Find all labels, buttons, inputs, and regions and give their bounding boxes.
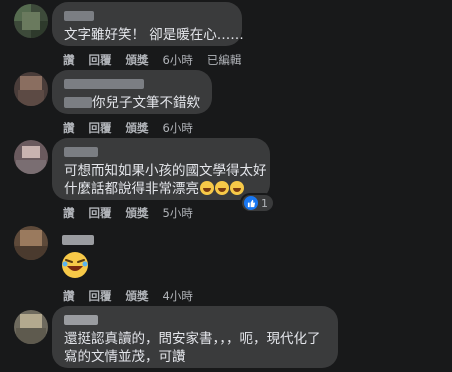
avatar[interactable] — [14, 226, 48, 260]
laughing-emoji-icon — [215, 181, 229, 195]
comment-actions: 讚 回覆 頒獎 6小時 已編輯 — [63, 52, 241, 68]
award-button[interactable]: 頒獎 — [126, 120, 149, 136]
comment-actions: 讚 回覆 頒獎 4小時 — [63, 288, 193, 304]
comment-text-line: 什麼話都說得非常漂亮 — [64, 181, 199, 197]
commenter-name-blurred[interactable] — [64, 145, 258, 158]
avatar[interactable] — [14, 310, 48, 344]
award-button[interactable]: 頒獎 — [126, 288, 149, 304]
avatar[interactable] — [14, 4, 48, 38]
reply-button[interactable]: 回覆 — [89, 288, 112, 304]
commenter-name-blurred[interactable] — [62, 230, 94, 249]
like-button[interactable]: 讚 — [63, 120, 75, 136]
commenter-name-blurred[interactable] — [64, 313, 326, 326]
timestamp[interactable]: 6小時 — [163, 52, 193, 68]
reaction-count-badge[interactable]: 1 — [242, 195, 273, 211]
comment-text-line: 可想而知如果小孩的國文學得太好 — [64, 163, 267, 179]
commenter-name-blurred[interactable] — [64, 9, 230, 22]
reply-button[interactable]: 回覆 — [89, 52, 112, 68]
edited-label: 已編輯 — [206, 53, 242, 67]
comment-bubble: 還挺認真讀的，問安家書，，，呃，現代化了 寫的文情並茂，可讚 — [52, 306, 338, 368]
mention-blurred[interactable] — [64, 97, 92, 108]
comment-actions: 讚 回覆 頒獎 5小時 — [63, 205, 193, 221]
commenter-name-blurred[interactable] — [64, 77, 200, 90]
award-button[interactable]: 頒獎 — [126, 205, 149, 221]
avatar[interactable] — [14, 140, 48, 174]
comment-text-line: 還挺認真讀的，問安家書，，，呃，現代化了 — [64, 331, 321, 347]
comment-actions: 讚 回覆 頒獎 6小時 — [63, 120, 193, 136]
timestamp[interactable]: 4小時 — [163, 288, 193, 304]
laughing-emoji-sticker — [60, 250, 90, 284]
comment-text-line: 寫的文情並茂，可讚 — [64, 349, 186, 365]
comment-bubble: 可想而知如果小孩的國文學得太好 什麼話都說得非常漂亮 — [52, 138, 270, 200]
laughing-emoji-icon — [200, 181, 214, 195]
thumbs-up-icon — [244, 196, 258, 210]
avatar[interactable] — [14, 72, 48, 106]
reply-button[interactable]: 回覆 — [89, 120, 112, 136]
comment-bubble: 文字雖好笑！ 卻是暖在心…… — [52, 2, 244, 46]
award-button[interactable]: 頒獎 — [126, 52, 149, 68]
comment-text: 文字雖好笑！ 卻是暖在心…… — [64, 27, 244, 43]
reply-button[interactable]: 回覆 — [89, 205, 112, 221]
like-button[interactable]: 讚 — [63, 205, 75, 221]
timestamp[interactable]: 5小時 — [163, 205, 193, 221]
laughing-emoji-icon — [230, 181, 244, 195]
reaction-count: 1 — [261, 196, 268, 210]
like-button[interactable]: 讚 — [63, 288, 75, 304]
comment-bubble: 你兒子文筆不錯欸 — [52, 70, 212, 114]
timestamp[interactable]: 6小時 — [163, 120, 193, 136]
like-button[interactable]: 讚 — [63, 52, 75, 68]
comment-text: 你兒子文筆不錯欸 — [92, 95, 200, 111]
